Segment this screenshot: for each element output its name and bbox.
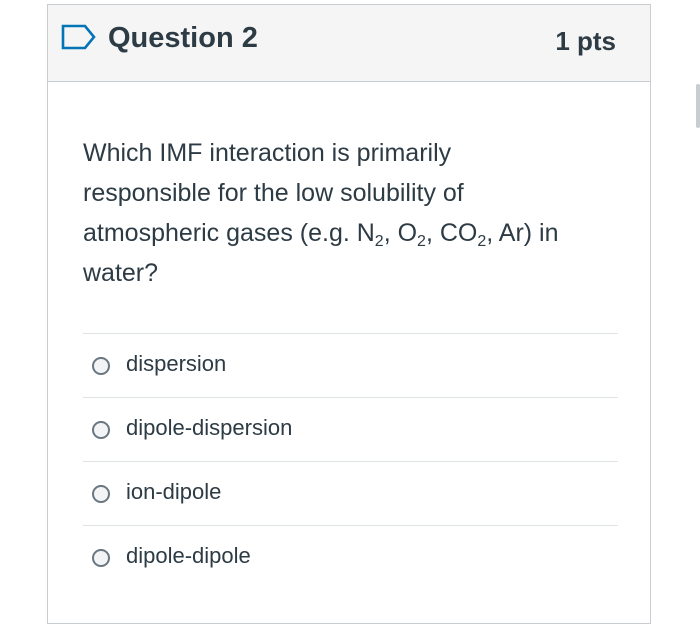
- question-text: Which IMF interaction is primarily respo…: [83, 133, 613, 293]
- question-text-line: water?: [83, 259, 159, 287]
- answer-label[interactable]: dipole-dipole: [126, 543, 251, 569]
- answer-option[interactable]: dispersion: [83, 333, 618, 397]
- question-card: Question 2 1 pts Which IMF interaction i…: [47, 4, 651, 624]
- radio-button-icon[interactable]: [92, 549, 110, 567]
- answer-option[interactable]: dipole-dispersion: [83, 397, 618, 461]
- flag-question-icon[interactable]: [61, 24, 97, 50]
- question-title: Question 2: [108, 22, 258, 54]
- subscript: 2: [417, 233, 426, 250]
- answer-label[interactable]: ion-dipole: [126, 479, 221, 505]
- text-segment: , CO: [425, 219, 478, 247]
- subscript: 2: [374, 233, 384, 250]
- question-text-line: Which IMF interaction is primarily: [83, 139, 452, 167]
- answer-list: dispersion dipole-dispersion ion-dipole …: [83, 333, 618, 589]
- scrollbar[interactable]: [696, 84, 700, 128]
- question-text-line: responsible for the low solubility of: [83, 179, 464, 207]
- subscript: 2: [477, 233, 487, 250]
- answer-label[interactable]: dispersion: [126, 351, 226, 377]
- text-segment: , Ar) in: [486, 219, 559, 247]
- question-text-line: atmospheric gases (e.g. N2, O2, CO2, Ar)…: [83, 213, 613, 253]
- radio-button-icon[interactable]: [92, 421, 110, 439]
- answer-label[interactable]: dipole-dispersion: [126, 415, 292, 441]
- text-segment: , O: [383, 219, 418, 247]
- answer-option[interactable]: dipole-dipole: [83, 525, 618, 589]
- radio-button-icon[interactable]: [92, 357, 110, 375]
- answer-option[interactable]: ion-dipole: [83, 461, 618, 525]
- question-header: Question 2 1 pts: [48, 5, 650, 82]
- radio-button-icon[interactable]: [92, 485, 110, 503]
- text-segment: atmospheric gases (e.g. N: [83, 219, 375, 247]
- question-points: 1 pts: [555, 26, 616, 56]
